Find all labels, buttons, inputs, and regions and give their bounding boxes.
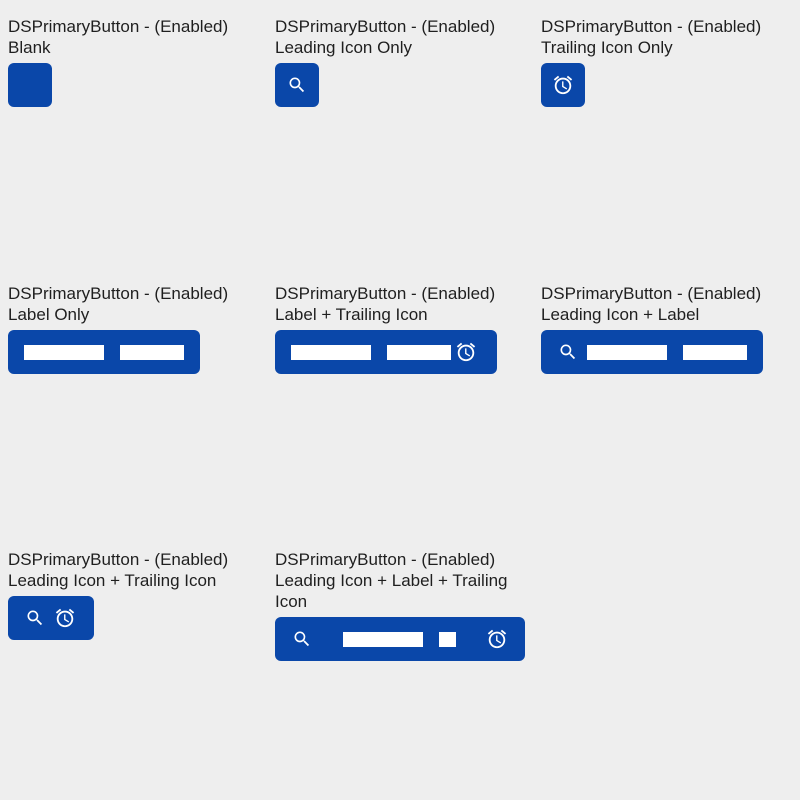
button-variant-leading-icon-label: DSPrimaryButton - (Enabled) Leading Icon… (541, 283, 800, 374)
button-variant-blank: DSPrimaryButton - (Enabled) Blank (8, 16, 268, 112)
label-placeholder (24, 344, 104, 360)
caption-line: Blank (8, 38, 51, 57)
search-icon (24, 607, 46, 629)
alarm-clock-icon (54, 607, 76, 629)
alarm-clock-icon (486, 628, 508, 650)
caption-line: Label Only (8, 305, 90, 324)
caption-line: Icon (275, 592, 308, 611)
caption-line: Leading Icon + Trailing Icon (8, 571, 217, 590)
caption-line: DSPrimaryButton - (Enabled) (541, 17, 762, 36)
label-placeholder (587, 344, 667, 360)
button-variant-leading-icon-label-trailing-icon: DSPrimaryButton - (Enabled) Leading Icon… (275, 549, 535, 661)
label-placeholder (439, 631, 456, 647)
alarm-clock-icon (455, 341, 477, 363)
caption-line: DSPrimaryButton - (Enabled) (8, 284, 229, 303)
label-placeholder (291, 344, 371, 360)
caption-line: Leading Icon + Label + Trailing (275, 571, 508, 590)
variant-caption: DSPrimaryButton - (Enabled) Leading Icon… (8, 549, 268, 591)
button-variant-leading-trailing-icon: DSPrimaryButton - (Enabled) Leading Icon… (8, 549, 268, 640)
variant-caption: DSPrimaryButton - (Enabled) Trailing Ico… (541, 16, 800, 58)
caption-line: Leading Icon Only (275, 38, 413, 57)
primary-button-leading-icon-label-trailing-icon[interactable] (275, 617, 525, 661)
button-variant-label-trailing-icon: DSPrimaryButton - (Enabled) Label + Trai… (275, 283, 535, 374)
caption-line: DSPrimaryButton - (Enabled) (541, 284, 762, 303)
label-placeholder (120, 344, 184, 360)
caption-line: DSPrimaryButton - (Enabled) (275, 550, 496, 569)
caption-line: Leading Icon + Label (541, 305, 700, 324)
variant-caption: DSPrimaryButton - (Enabled) Blank (8, 16, 268, 58)
search-icon (557, 341, 579, 363)
button-variant-leading-icon-only: DSPrimaryButton - (Enabled) Leading Icon… (275, 16, 535, 107)
label-placeholder (683, 344, 747, 360)
search-icon (291, 628, 313, 650)
variant-caption: DSPrimaryButton - (Enabled) Label + Trai… (275, 283, 535, 325)
alarm-clock-icon (552, 74, 574, 96)
primary-button-leading-icon-label[interactable] (541, 330, 763, 374)
primary-button-label-trailing-icon[interactable] (275, 330, 497, 374)
variant-caption: DSPrimaryButton - (Enabled) Label Only (8, 283, 268, 325)
primary-button-leading-icon-only[interactable] (275, 63, 319, 107)
caption-line: Trailing Icon Only (541, 38, 673, 57)
label-placeholder (387, 344, 451, 360)
caption-line: DSPrimaryButton - (Enabled) (8, 17, 229, 36)
primary-button-leading-trailing-icon[interactable] (8, 596, 94, 640)
primary-button-trailing-icon-only[interactable] (541, 63, 585, 107)
caption-line: DSPrimaryButton - (Enabled) (8, 550, 229, 569)
primary-button-blank[interactable] (8, 63, 52, 107)
label-placeholder (343, 631, 423, 647)
caption-line: Label + Trailing Icon (275, 305, 428, 324)
search-icon (286, 74, 308, 96)
variant-caption: DSPrimaryButton - (Enabled) Leading Icon… (541, 283, 800, 325)
variant-caption: DSPrimaryButton - (Enabled) Leading Icon… (275, 549, 535, 612)
button-variant-trailing-icon-only: DSPrimaryButton - (Enabled) Trailing Ico… (541, 16, 800, 107)
button-variant-label-only: DSPrimaryButton - (Enabled) Label Only (8, 283, 268, 374)
caption-line: DSPrimaryButton - (Enabled) (275, 284, 496, 303)
variant-caption: DSPrimaryButton - (Enabled) Leading Icon… (275, 16, 535, 58)
primary-button-label-only[interactable] (8, 330, 200, 374)
caption-line: DSPrimaryButton - (Enabled) (275, 17, 496, 36)
